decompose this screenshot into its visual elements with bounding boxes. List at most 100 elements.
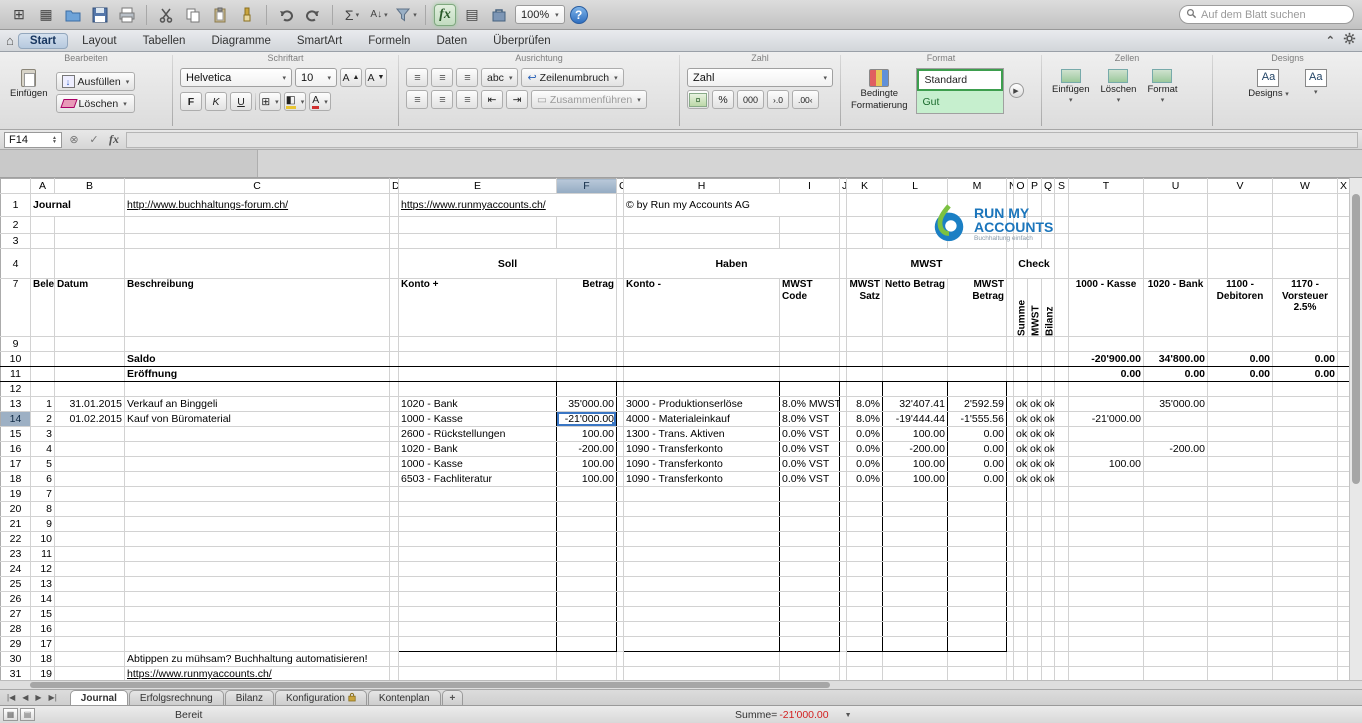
- cell-M21[interactable]: [948, 517, 1007, 532]
- cell-Q19[interactable]: [1042, 487, 1055, 502]
- cell-Q10[interactable]: [1042, 352, 1055, 367]
- cell-C4[interactable]: [125, 249, 390, 279]
- cell-B21[interactable]: [55, 517, 125, 532]
- cell-J19[interactable]: [840, 487, 847, 502]
- cell-M9[interactable]: [948, 337, 1007, 352]
- cell-W19[interactable]: [1273, 487, 1338, 502]
- cell-D22[interactable]: [390, 532, 399, 547]
- cell-J28[interactable]: [840, 622, 847, 637]
- cell-O15[interactable]: ok: [1014, 427, 1028, 442]
- cell-K14[interactable]: 8.0%: [847, 412, 883, 427]
- cell-I14[interactable]: 8.0% VST: [780, 412, 840, 427]
- paste-icon[interactable]: [209, 4, 231, 26]
- cell-M19[interactable]: [948, 487, 1007, 502]
- cell-T15[interactable]: [1069, 427, 1144, 442]
- cell-Q11[interactable]: [1042, 367, 1055, 382]
- cell-E2[interactable]: [399, 217, 557, 234]
- cell-U31[interactable]: [1144, 667, 1208, 681]
- cell-S4[interactable]: [1055, 249, 1069, 279]
- cell-J4[interactable]: [840, 249, 847, 279]
- column-header-W[interactable]: W: [1273, 179, 1338, 194]
- last-sheet-button[interactable]: ▶|: [46, 693, 60, 702]
- cell-Q15[interactable]: ok: [1042, 427, 1055, 442]
- cell-J17[interactable]: [840, 457, 847, 472]
- cell-B26[interactable]: [55, 592, 125, 607]
- align-center-icon[interactable]: ≡: [431, 90, 453, 109]
- cell-Q13[interactable]: ok: [1042, 397, 1055, 412]
- cell-M26[interactable]: [948, 592, 1007, 607]
- cell-I30[interactable]: [780, 652, 840, 667]
- cell-B9[interactable]: [55, 337, 125, 352]
- cell-W30[interactable]: [1273, 652, 1338, 667]
- cell-U30[interactable]: [1144, 652, 1208, 667]
- row-header-14[interactable]: 14: [1, 412, 31, 427]
- cell-O25[interactable]: [1014, 577, 1028, 592]
- sum-menu-arrow[interactable]: ▼: [845, 712, 852, 719]
- cell-K19[interactable]: [847, 487, 883, 502]
- cell-L18[interactable]: 100.00: [883, 472, 948, 487]
- cell-D12[interactable]: [390, 382, 399, 397]
- cell-A13[interactable]: 1: [31, 397, 55, 412]
- cell-T12[interactable]: [1069, 382, 1144, 397]
- font-name-select[interactable]: Helvetica▾: [180, 68, 292, 87]
- cell-O9[interactable]: [1014, 337, 1028, 352]
- cell-J3[interactable]: [840, 234, 847, 249]
- align-left-icon[interactable]: ≡: [406, 90, 428, 109]
- cell-B10[interactable]: [55, 352, 125, 367]
- cell-K12[interactable]: [847, 382, 883, 397]
- cell-P15[interactable]: ok: [1028, 427, 1042, 442]
- row-header-3[interactable]: 3: [1, 234, 31, 249]
- cell-P25[interactable]: [1028, 577, 1042, 592]
- cell-M17[interactable]: 0.00: [948, 457, 1007, 472]
- row-header-16[interactable]: 16: [1, 442, 31, 457]
- cell-B16[interactable]: [55, 442, 125, 457]
- cell-B2[interactable]: [55, 217, 125, 234]
- cell-N12[interactable]: [1007, 382, 1014, 397]
- cell-L19[interactable]: [883, 487, 948, 502]
- cell-E23[interactable]: [399, 547, 557, 562]
- cell-X28[interactable]: [1338, 622, 1350, 637]
- cell-T22[interactable]: [1069, 532, 1144, 547]
- cell-M29[interactable]: [948, 637, 1007, 652]
- cell-O24[interactable]: [1014, 562, 1028, 577]
- ribbon-tab-diagramme[interactable]: Diagramme: [199, 33, 282, 49]
- row-header-1[interactable]: 1: [1, 194, 31, 217]
- cell-B31[interactable]: [55, 667, 125, 681]
- cell-H20[interactable]: [624, 502, 780, 517]
- cell-H15[interactable]: 1300 - Trans. Aktiven: [624, 427, 780, 442]
- cell-C21[interactable]: [125, 517, 390, 532]
- cell-J18[interactable]: [840, 472, 847, 487]
- cell-Q28[interactable]: [1042, 622, 1055, 637]
- cell-D29[interactable]: [390, 637, 399, 652]
- cell-G15[interactable]: [617, 427, 624, 442]
- cell-T7[interactable]: 1000 - Kasse: [1069, 279, 1144, 337]
- cell-B28[interactable]: [55, 622, 125, 637]
- cell-L29[interactable]: [883, 637, 948, 652]
- cell-O18[interactable]: ok: [1014, 472, 1028, 487]
- sheet-tab-kontenplan[interactable]: Kontenplan: [368, 690, 441, 705]
- cell-X4[interactable]: [1338, 249, 1350, 279]
- cell-L17[interactable]: 100.00: [883, 457, 948, 472]
- row-header-12[interactable]: 12: [1, 382, 31, 397]
- cell-L24[interactable]: [883, 562, 948, 577]
- cell-P31[interactable]: [1028, 667, 1042, 681]
- cell-Q20[interactable]: [1042, 502, 1055, 517]
- cell-S11[interactable]: [1055, 367, 1069, 382]
- cell-W11[interactable]: 0.00: [1273, 367, 1338, 382]
- cell-L7[interactable]: Netto Betrag: [883, 279, 948, 337]
- cell-F26[interactable]: [557, 592, 617, 607]
- cell-V4[interactable]: [1208, 249, 1273, 279]
- cell-L28[interactable]: [883, 622, 948, 637]
- cell-E25[interactable]: [399, 577, 557, 592]
- cell-X20[interactable]: [1338, 502, 1350, 517]
- cell-J20[interactable]: [840, 502, 847, 517]
- cell-Q9[interactable]: [1042, 337, 1055, 352]
- cell-E1[interactable]: https://www.runmyaccounts.ch/: [399, 194, 617, 217]
- cell-F2[interactable]: [557, 217, 617, 234]
- cell-N19[interactable]: [1007, 487, 1014, 502]
- insert-function-button[interactable]: fx: [106, 132, 122, 148]
- cell-E19[interactable]: [399, 487, 557, 502]
- cell-G11[interactable]: [617, 367, 624, 382]
- row-header-30[interactable]: 30: [1, 652, 31, 667]
- cell-M25[interactable]: [948, 577, 1007, 592]
